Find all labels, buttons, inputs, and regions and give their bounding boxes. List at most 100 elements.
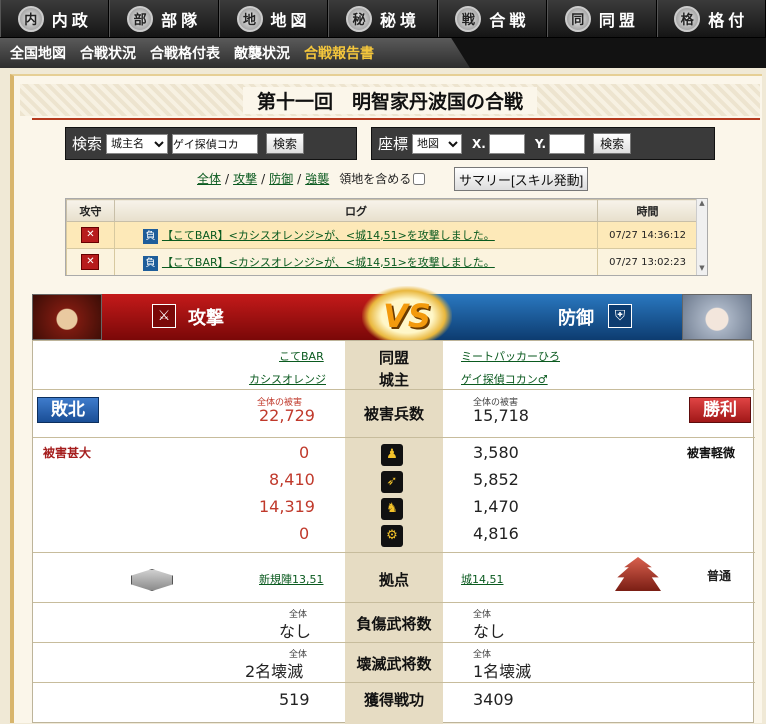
base-status: 普通 bbox=[707, 569, 732, 583]
merit-label: 獲得戦功 bbox=[363, 691, 424, 709]
lord-search-bar: 検索 城主名 検索 bbox=[65, 127, 357, 160]
attacker-spear-loss: 0 bbox=[299, 443, 310, 462]
naisei-icon: 内 bbox=[17, 5, 44, 32]
crossed-swords-icon: ⚔ bbox=[152, 304, 176, 328]
page-title: 第十一回 明智家丹波国の合戦 bbox=[242, 86, 537, 114]
attack-label: 攻撃 bbox=[188, 308, 224, 329]
nav-chizu[interactable]: 地地図 bbox=[218, 0, 329, 37]
log-table: 攻守 ログ 時間 ✕ 負【こてBAR】<カシスオレンジ>が、<城14,51>を攻… bbox=[66, 199, 698, 275]
coord-label: 座標 bbox=[378, 135, 409, 153]
shield-icon: ⛨ bbox=[608, 304, 632, 328]
result-badge: 負 bbox=[142, 255, 158, 271]
vs-badge: VS bbox=[362, 286, 452, 346]
victory-badge: 勝利 bbox=[689, 397, 751, 423]
table-row: ✕ 負【こてBAR】<カシスオレンジ>が、<城14,51>を攻撃しました。 07… bbox=[66, 248, 698, 275]
attack-icon: ✕ bbox=[81, 254, 100, 270]
log-scrollbar[interactable]: ▲ ▼ bbox=[696, 199, 707, 275]
subnav-national-map[interactable]: 全国地図 bbox=[10, 43, 66, 63]
search-button[interactable]: 検索 bbox=[266, 133, 305, 154]
coord-search-button[interactable]: 検索 bbox=[593, 133, 632, 154]
log-filter: 全体 / 攻撃 / 防御 / 強襲 領地を含める bbox=[197, 170, 426, 187]
attacker-total-loss: 22,729 bbox=[259, 406, 315, 425]
y-coord-input[interactable] bbox=[549, 133, 586, 154]
log-entry-link[interactable]: 【こてBAR】<カシスオレンジ>が、<城14,51>を攻撃しました。 bbox=[162, 256, 495, 269]
battle-icon: 戦 bbox=[455, 5, 482, 32]
nav-naisei[interactable]: 内内政 bbox=[0, 0, 110, 37]
battle-result-grid: こてBAR 同盟 ミートパッカーひろ カシスオレンジ 城主 ゲイ探偵コカン♂ 敗… bbox=[32, 340, 755, 724]
include-territory-label: 領地を含める bbox=[339, 172, 412, 186]
subnav-battle-status[interactable]: 合戦状況 bbox=[80, 43, 136, 63]
attacker-base-link[interactable]: 新規陣13,51 bbox=[259, 571, 324, 587]
nav-label: 部隊 bbox=[161, 10, 202, 30]
defender-merit: 3409 bbox=[473, 690, 514, 709]
subnav-battle-ranking[interactable]: 合戦格付表 bbox=[150, 43, 220, 63]
nav-label: 秘境 bbox=[379, 10, 420, 30]
defender-lord-link[interactable]: ゲイ探偵コカン♂ bbox=[461, 371, 548, 387]
attack-icon: ✕ bbox=[81, 227, 100, 243]
search-type-select[interactable]: 城主名 bbox=[106, 133, 169, 154]
attacker-portrait bbox=[32, 294, 102, 340]
filter-defense[interactable]: 防御 bbox=[269, 170, 293, 187]
attacker-destroyed: 2名壊滅 bbox=[245, 662, 304, 681]
table-row: ✕ 負【こてBAR】<カシスオレンジ>が、<城14,51>を攻撃しました。 07… bbox=[66, 221, 698, 249]
attacker-siege-loss: 0 bbox=[299, 524, 310, 543]
sub-nav-bar: 全国地図 合戦状況 合戦格付表 敵襲状況 合戦報告書 bbox=[0, 38, 470, 68]
log-entry-link[interactable]: 【こてBAR】<カシスオレンジ>が、<城14,51>を攻撃しました。 bbox=[162, 229, 495, 242]
x-axis-label: X. bbox=[472, 136, 486, 151]
include-territory-checkbox[interactable] bbox=[413, 172, 426, 185]
map-icon: 地 bbox=[236, 5, 263, 32]
defender-horse-loss: 1,470 bbox=[473, 497, 519, 516]
main-nav: 内内政 部部隊 地地図 秘秘境 戦合戦 同同盟 格格付 bbox=[0, 0, 766, 38]
defender-base-link[interactable]: 城14,51 bbox=[461, 571, 504, 587]
nav-label: 合戦 bbox=[489, 10, 530, 30]
col-log: ログ bbox=[113, 199, 599, 222]
log-time: 07/27 14:36:12 bbox=[597, 221, 698, 249]
search-label: 検索 bbox=[72, 135, 103, 153]
losses-label: 被害兵数 bbox=[363, 405, 424, 423]
attacker-merit: 519 bbox=[279, 690, 310, 709]
scroll-down-icon[interactable]: ▼ bbox=[697, 264, 707, 275]
horse-icon: ♞ bbox=[381, 498, 403, 520]
coord-search-bar: 座標 地図 X. Y. 検索 bbox=[371, 127, 715, 160]
defender-damage-level: 被害軽微 bbox=[687, 446, 736, 460]
defender-portrait bbox=[682, 294, 752, 340]
nav-butai[interactable]: 部部隊 bbox=[109, 0, 219, 37]
coord-map-select[interactable]: 地図 bbox=[412, 133, 463, 154]
summary-button[interactable]: サマリー[スキル発動] bbox=[454, 167, 589, 191]
title-divider bbox=[32, 118, 760, 120]
subnav-raid-status[interactable]: 敵襲状況 bbox=[234, 43, 290, 63]
defender-total-loss: 15,718 bbox=[473, 406, 529, 425]
subnav-battle-report[interactable]: 合戦報告書 bbox=[304, 43, 374, 63]
lord-name-input[interactable] bbox=[172, 133, 259, 154]
nav-kassen[interactable]: 戦合戦 bbox=[437, 0, 548, 37]
filter-attack[interactable]: 攻撃 bbox=[233, 170, 257, 187]
attacker-bow-loss: 8,410 bbox=[269, 470, 315, 489]
butai-icon: 部 bbox=[127, 5, 154, 32]
x-coord-input[interactable] bbox=[488, 133, 525, 154]
defeat-badge: 敗北 bbox=[37, 397, 99, 423]
filter-all[interactable]: 全体 bbox=[197, 170, 221, 187]
defender-siege-loss: 4,816 bbox=[473, 524, 519, 543]
nav-label: 同盟 bbox=[598, 10, 639, 30]
nav-hikyou[interactable]: 秘秘境 bbox=[328, 0, 438, 37]
nav-label: 格付 bbox=[708, 10, 749, 30]
nav-label: 内政 bbox=[51, 10, 92, 30]
attacker-alliance-link[interactable]: こてBAR bbox=[279, 348, 324, 364]
siege-icon: ⚙ bbox=[381, 525, 403, 547]
lord-label: 城主 bbox=[378, 371, 409, 389]
sub-nav: 全国地図 合戦状況 合戦格付表 敵襲状況 合戦報告書 bbox=[0, 38, 766, 68]
attacker-lord-link[interactable]: カシスオレンジ bbox=[249, 371, 326, 387]
base-label: 拠点 bbox=[378, 571, 409, 589]
battle-log: 攻守 ログ 時間 ✕ 負【こてBAR】<カシスオレンジ>が、<城14,51>を攻… bbox=[65, 198, 708, 276]
nav-kakuzuke[interactable]: 格格付 bbox=[656, 0, 766, 37]
filter-raid[interactable]: 強襲 bbox=[305, 170, 329, 187]
attack-banner: ⚔ 攻撃 bbox=[102, 294, 392, 340]
defender-alliance-link[interactable]: ミートパッカーひろ bbox=[461, 348, 560, 364]
nav-doumei[interactable]: 同同盟 bbox=[547, 0, 657, 37]
col-time: 時間 bbox=[597, 199, 698, 222]
result-badge: 負 bbox=[142, 228, 158, 244]
scroll-up-icon[interactable]: ▲ bbox=[697, 199, 707, 210]
bow-icon: ➶ bbox=[381, 471, 403, 493]
defender-wounded: なし bbox=[473, 622, 506, 641]
alliance-icon: 同 bbox=[564, 5, 591, 32]
